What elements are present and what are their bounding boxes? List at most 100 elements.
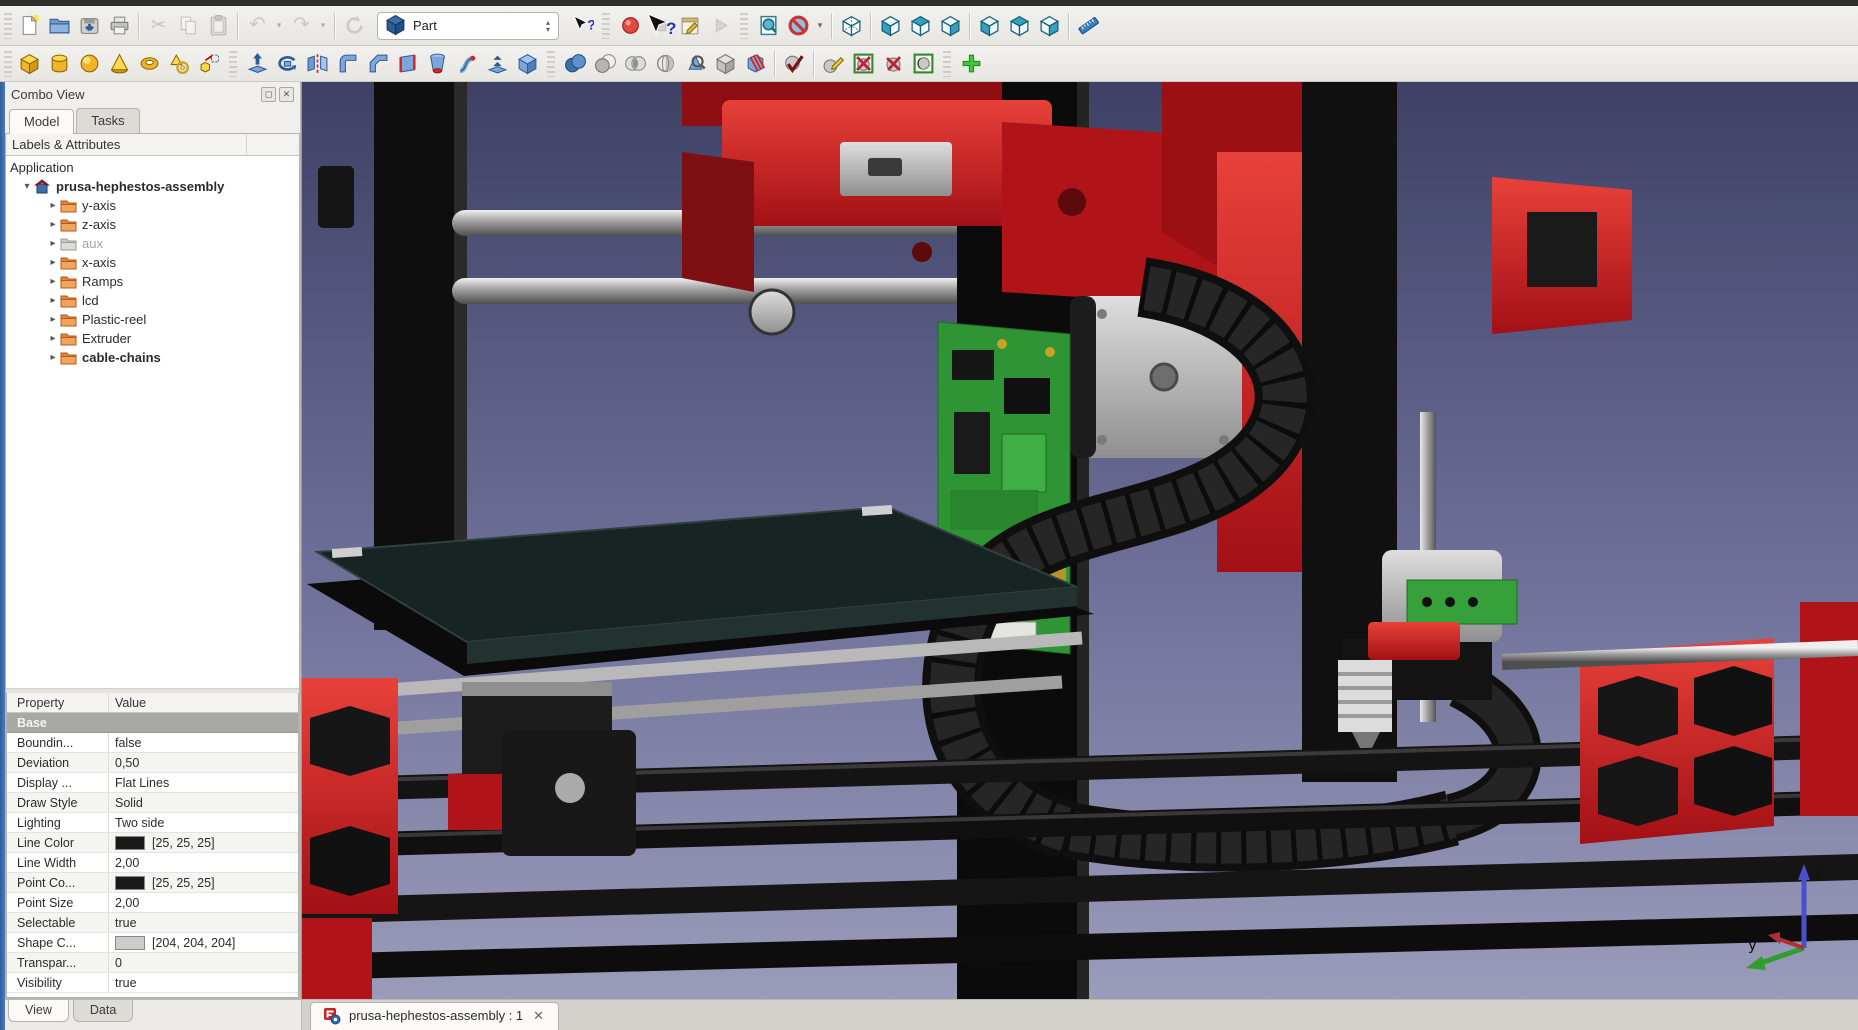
boolean-section-icon[interactable] <box>650 49 680 79</box>
remove-shape-a-icon[interactable] <box>848 49 878 79</box>
tree-item-cable-chains[interactable]: ▸cable-chains <box>6 348 299 367</box>
property-row-display----[interactable]: Display ...Flat Lines <box>7 773 298 793</box>
macro-record-icon[interactable] <box>615 11 645 41</box>
edit-shape-icon[interactable] <box>818 49 848 79</box>
part-loft-icon[interactable] <box>422 49 452 79</box>
view-rear-icon[interactable] <box>974 11 1004 41</box>
panel-float-button[interactable]: ◻ <box>261 87 276 102</box>
property-row-boundin---[interactable]: Boundin...false <box>7 733 298 753</box>
boolean-cut-icon[interactable] <box>590 49 620 79</box>
part-box-icon[interactable] <box>14 49 44 79</box>
property-row-line-color[interactable]: Line Color[25, 25, 25] <box>7 833 298 853</box>
part-cone-icon[interactable] <box>104 49 134 79</box>
property-row-point-size[interactable]: Point Size2,00 <box>7 893 298 913</box>
boolean-union-icon[interactable] <box>560 49 590 79</box>
part-chamfer-icon[interactable] <box>362 49 392 79</box>
view-left-icon[interactable] <box>1034 11 1064 41</box>
part-fillet-icon[interactable] <box>332 49 362 79</box>
save-document-icon[interactable] <box>74 11 104 41</box>
tree-item-x-axis[interactable]: ▸x-axis <box>6 253 299 272</box>
workbench-selector[interactable]: Part▴▾ <box>377 12 559 40</box>
property-row-shape-c---[interactable]: Shape C...[204, 204, 204] <box>7 933 298 953</box>
property-row-visibility[interactable]: Visibilitytrue <box>7 973 298 993</box>
tab-tasks[interactable]: Tasks <box>76 108 139 133</box>
document-tab-close-icon[interactable]: ✕ <box>531 1008 546 1024</box>
toolbar-grip[interactable] <box>4 51 12 77</box>
tree-expander-icon[interactable]: ▸ <box>46 295 60 306</box>
tree-expander-icon[interactable]: ▸ <box>46 276 60 287</box>
property-row-selectable[interactable]: Selectabletrue <box>7 913 298 933</box>
property-row-transpar---[interactable]: Transpar...0 <box>7 953 298 973</box>
whats-this-icon[interactable]: ? <box>567 11 597 41</box>
part-sweep-icon[interactable] <box>452 49 482 79</box>
tree-expander-icon[interactable]: ▸ <box>46 352 60 363</box>
new-document-icon[interactable] <box>14 11 44 41</box>
tree-item-lcd[interactable]: ▸lcd <box>6 291 299 310</box>
tree-item-ramps[interactable]: ▸Ramps <box>6 272 299 291</box>
part-cylinder-icon[interactable] <box>44 49 74 79</box>
tree-column-header[interactable]: Labels & Attributes <box>6 134 299 156</box>
toolbar-grip[interactable] <box>4 13 12 39</box>
remove-shape-b-icon[interactable] <box>878 49 908 79</box>
tab-view[interactable]: View <box>8 1000 69 1022</box>
property-row-line-width[interactable]: Line Width2,00 <box>7 853 298 873</box>
tree-item-z-axis[interactable]: ▸z-axis <box>6 215 299 234</box>
fit-all-icon[interactable] <box>753 11 783 41</box>
tree-expander-icon[interactable]: ▸ <box>46 219 60 230</box>
view-front-icon[interactable] <box>875 11 905 41</box>
property-row-deviation[interactable]: Deviation0,50 <box>7 753 298 773</box>
tab-data[interactable]: Data <box>73 1000 133 1022</box>
toolbar-grip[interactable] <box>943 51 951 77</box>
3d-viewport[interactable]: z y x <box>301 82 1858 999</box>
toolbar-grip[interactable] <box>602 13 610 39</box>
tree-item-document[interactable]: ▾prusa-hephestos-assembly <box>6 177 299 196</box>
cross-sections-icon[interactable] <box>680 49 710 79</box>
property-row-point-co---[interactable]: Point Co...[25, 25, 25] <box>7 873 298 893</box>
part-shape-builder-icon[interactable] <box>194 49 224 79</box>
tree-item-application[interactable]: Application <box>6 158 299 177</box>
print-document-icon[interactable] <box>104 11 134 41</box>
property-row-draw-style[interactable]: Draw StyleSolid <box>7 793 298 813</box>
toolbar-grip[interactable] <box>547 51 555 77</box>
part-torus-icon[interactable] <box>134 49 164 79</box>
open-document-icon[interactable] <box>44 11 74 41</box>
draw-style-icon[interactable] <box>783 11 813 41</box>
part-mirror-icon[interactable] <box>302 49 332 79</box>
part-primitives-icon[interactable] <box>164 49 194 79</box>
part-offset-icon[interactable] <box>482 49 512 79</box>
document-tab[interactable]: prusa-hephestos-assembly : 1 ✕ <box>310 1002 559 1030</box>
tree-expander-icon[interactable]: ▸ <box>46 238 60 249</box>
explode-compound-icon[interactable] <box>740 49 770 79</box>
macro-edit-icon[interactable] <box>675 11 705 41</box>
toolbar-grip[interactable] <box>740 13 748 39</box>
part-thickness-icon[interactable] <box>512 49 542 79</box>
part-sphere-icon[interactable] <box>74 49 104 79</box>
view-top-icon[interactable] <box>905 11 935 41</box>
value-column-header[interactable]: Value <box>109 693 298 712</box>
tree-item-y-axis[interactable]: ▸y-axis <box>6 196 299 215</box>
tab-model[interactable]: Model <box>9 109 74 134</box>
tree-expander-icon[interactable]: ▾ <box>20 181 34 192</box>
tree-item-aux[interactable]: ▸aux <box>6 234 299 253</box>
tree-expander-icon[interactable]: ▸ <box>46 333 60 344</box>
check-geometry-icon[interactable] <box>779 49 809 79</box>
boolean-intersection-icon[interactable] <box>620 49 650 79</box>
view-axonometric-icon[interactable] <box>836 11 866 41</box>
part-extrude-icon[interactable] <box>242 49 272 79</box>
tree-expander-icon[interactable]: ▸ <box>46 314 60 325</box>
combo-view-titlebar[interactable]: Combo View ◻ ✕ <box>5 82 300 106</box>
tree-expander-icon[interactable]: ▸ <box>46 257 60 268</box>
workbench-selector-spinners[interactable]: ▴▾ <box>540 14 556 38</box>
part-ruled-surface-icon[interactable] <box>392 49 422 79</box>
tree-item-plastic-reel[interactable]: ▸Plastic-reel <box>6 310 299 329</box>
view-right-icon[interactable] <box>935 11 965 41</box>
add-item-icon[interactable] <box>956 49 986 79</box>
toolbar-grip[interactable] <box>229 51 237 77</box>
draw-style-dropdown-icon[interactable]: ▾ <box>813 11 827 41</box>
tree-item-extruder[interactable]: ▸Extruder <box>6 329 299 348</box>
panel-close-button[interactable]: ✕ <box>279 87 294 102</box>
property-column-header[interactable]: Property <box>7 693 109 712</box>
property-row-lighting[interactable]: LightingTwo side <box>7 813 298 833</box>
make-compound-icon[interactable] <box>710 49 740 79</box>
tree-expander-icon[interactable]: ▸ <box>46 200 60 211</box>
